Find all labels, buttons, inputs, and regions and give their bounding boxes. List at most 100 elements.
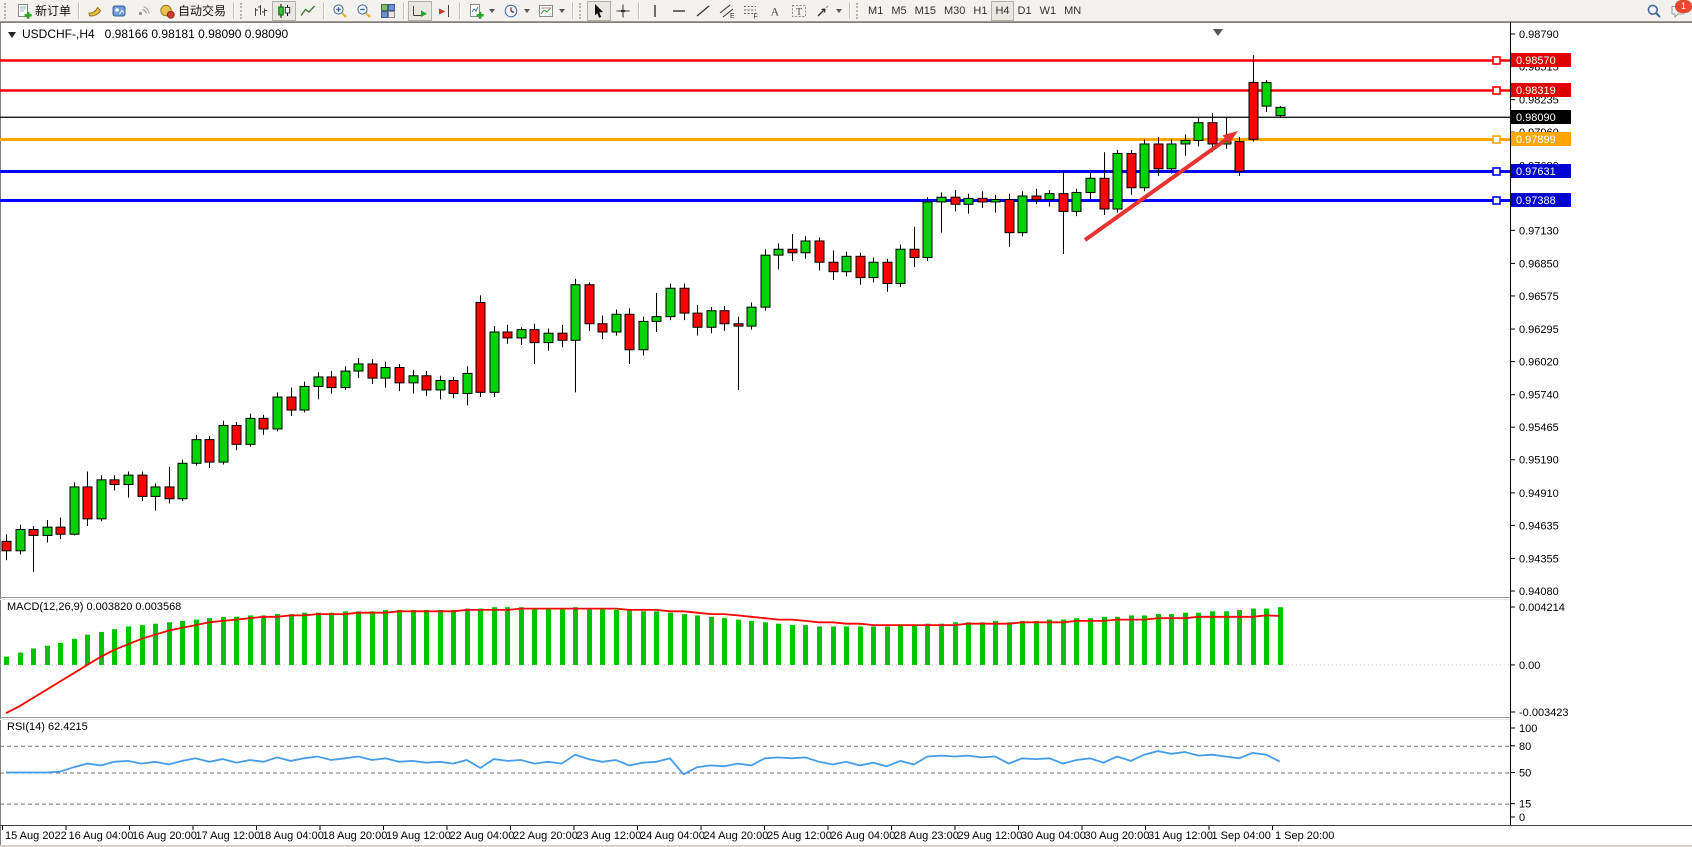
line-chart-button[interactable] (296, 1, 320, 21)
macd-histogram-bar (560, 609, 565, 665)
zoom-in-button[interactable] (328, 1, 352, 21)
candle (1127, 150, 1136, 195)
bar-chart-button[interactable] (248, 1, 272, 21)
horizontal-level-line[interactable] (0, 197, 1510, 204)
candle (151, 483, 160, 510)
equidistant-channel-button[interactable]: E (715, 1, 739, 21)
search-button[interactable] (1642, 1, 1666, 21)
macd-histogram-bar (790, 625, 795, 665)
text-label-button[interactable]: T (787, 1, 811, 21)
horizontal-level-line[interactable] (0, 168, 1510, 175)
time-tick-label: 30 Aug 04:00 (1021, 830, 1086, 842)
templates-button[interactable] (534, 1, 569, 21)
candlestick-chart-button[interactable] (272, 1, 296, 21)
timeframe-m15-button[interactable]: M15 (911, 1, 940, 21)
timeframe-mn-button[interactable]: MN (1060, 1, 1085, 21)
crosshair-button[interactable] (611, 1, 635, 21)
timeframe-m5-button[interactable]: M5 (887, 1, 910, 21)
candle (97, 475, 106, 521)
svg-text:0.97899: 0.97899 (1516, 134, 1556, 146)
price-tick-label: 0.95190 (1519, 455, 1559, 467)
price-tick-label: 0.96575 (1519, 291, 1559, 303)
horizontal-level-line[interactable] (0, 87, 1510, 94)
horizontal-level-line[interactable] (0, 136, 1510, 143)
candle (639, 317, 648, 356)
chart-shift-marker[interactable] (1213, 29, 1223, 36)
zoom-out-button[interactable] (352, 1, 376, 21)
macd-histogram-bar (817, 626, 822, 664)
arrows-button[interactable] (811, 1, 846, 21)
text-label-icon: T (791, 3, 807, 19)
candle (558, 325, 567, 347)
separator (849, 2, 851, 19)
time-axis[interactable]: 15 Aug 202216 Aug 04:0016 Aug 20:0017 Au… (3, 826, 1335, 842)
rsi-axis-label: 100 (1519, 723, 1537, 735)
metaeditor-button[interactable] (107, 1, 131, 21)
rsi-label: RSI(14) 62.4215 (7, 721, 88, 733)
chart-shift-button[interactable] (432, 1, 456, 21)
periods-button[interactable] (499, 1, 534, 21)
macd-histogram-bar (234, 617, 239, 665)
candle (246, 414, 255, 447)
line-handle (1493, 136, 1500, 143)
timeframe-w1-button[interactable]: W1 (1036, 1, 1061, 21)
new-order-button[interactable]: 新订单 (12, 1, 75, 21)
macd-histogram-bar (980, 622, 985, 665)
macd-histogram-bar (776, 624, 781, 665)
macd-histogram-bar (803, 625, 808, 665)
macd-histogram-bar (993, 621, 998, 665)
timeframe-m1-button[interactable]: M1 (864, 1, 887, 21)
horizontal-line-button[interactable] (667, 1, 691, 21)
macd-histogram-bar (302, 613, 307, 665)
signals-button[interactable] (131, 1, 155, 21)
timeframe-h1-button[interactable]: H1 (969, 1, 991, 21)
macd-histogram-bar (749, 621, 754, 665)
macd-histogram-bar (343, 611, 348, 665)
candle (422, 371, 431, 396)
svg-text:F: F (754, 13, 758, 19)
toolbar-grip[interactable] (4, 3, 10, 19)
cursor-button[interactable] (587, 1, 611, 21)
candle (856, 253, 865, 285)
timeframe-m30-button[interactable]: M30 (940, 1, 969, 21)
macd-panel[interactable]: 0.0042140.00-0.003423 (0, 602, 1569, 719)
macd-histogram-bar (898, 625, 903, 665)
candle (680, 284, 689, 321)
rsi-axis-label: 15 (1519, 799, 1531, 811)
auto-trading-button[interactable]: 自动交易 (155, 1, 230, 21)
candle (815, 237, 824, 270)
candle (219, 421, 228, 465)
chevron-down-icon (559, 9, 565, 13)
chart-canvas[interactable]: 0.987900.985150.982350.979600.976800.974… (0, 22, 1692, 845)
candle (707, 307, 716, 333)
auto-scroll-button[interactable] (408, 1, 432, 21)
notifications-button[interactable]: 1 (1666, 1, 1690, 21)
candle (978, 191, 987, 208)
indicators-button[interactable] (464, 1, 499, 21)
macd-histogram-bar (912, 625, 917, 665)
timeframe-h4-button[interactable]: H4 (991, 1, 1013, 21)
candle (314, 372, 323, 399)
macd-histogram-bar (478, 609, 483, 665)
cursor-arrow-icon (591, 3, 607, 19)
macd-histogram-bar (885, 626, 890, 664)
fibonacci-button[interactable]: F (739, 1, 763, 21)
candle (1181, 135, 1190, 156)
timeframe-d1-button[interactable]: D1 (1014, 1, 1036, 21)
trendline-button[interactable] (691, 1, 715, 21)
horizontal-level-line[interactable] (0, 57, 1510, 64)
main-price-panel[interactable] (0, 29, 1510, 572)
price-axis[interactable]: 0.987900.985150.982350.979600.976800.974… (1510, 29, 1571, 598)
vertical-line-button[interactable] (643, 1, 667, 21)
text-button[interactable]: A (763, 1, 787, 21)
time-tick-label: 22 Aug 04:00 (450, 830, 515, 842)
tile-windows-button[interactable] (376, 1, 400, 21)
svg-text:0.98570: 0.98570 (1516, 55, 1556, 67)
macd-histogram-bar (722, 618, 727, 665)
svg-text:0.98090: 0.98090 (1516, 112, 1556, 124)
macd-histogram-bar (587, 609, 592, 665)
quick-trade-collapse-icon[interactable] (8, 32, 16, 38)
rsi-panel[interactable]: 1008050150 (0, 723, 1537, 824)
candle (1086, 172, 1095, 199)
promo-button[interactable] (83, 1, 107, 21)
